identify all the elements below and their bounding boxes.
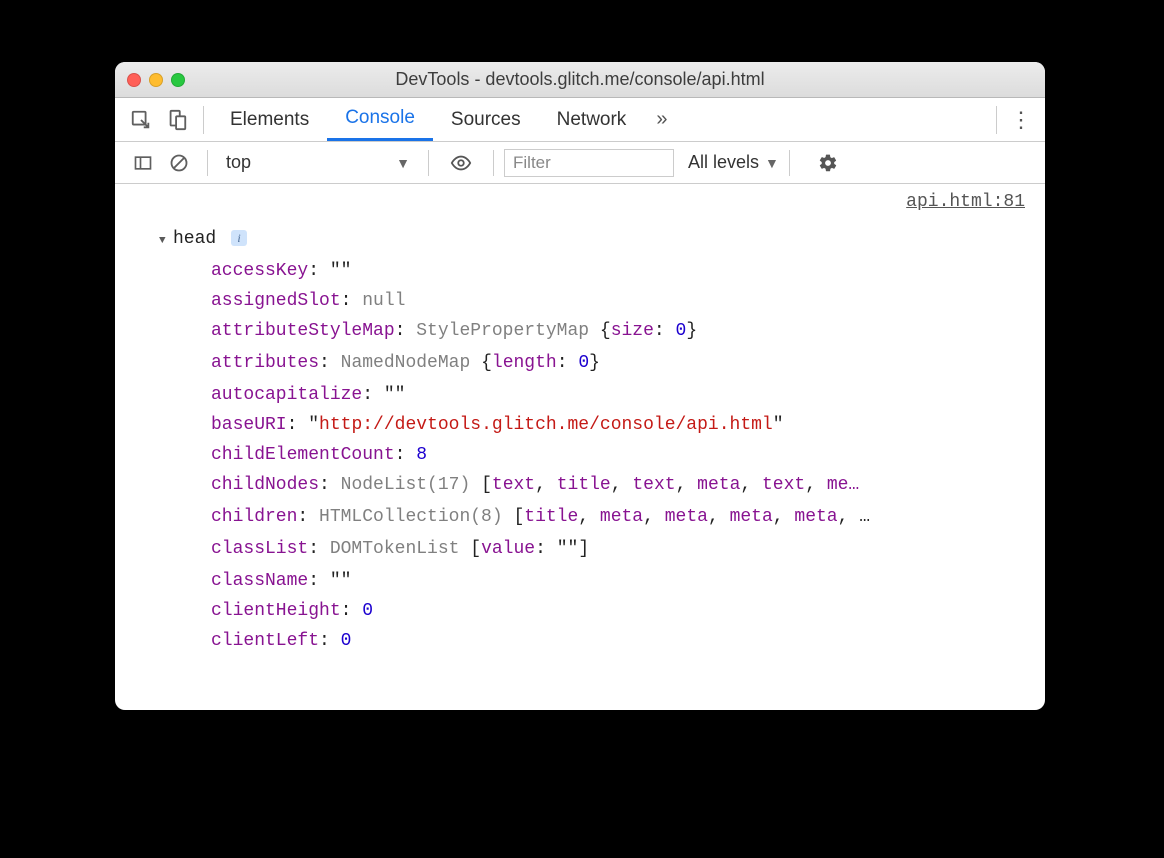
disclosure-triangle-icon[interactable] (197, 502, 209, 534)
tab-elements[interactable]: Elements (212, 98, 327, 141)
property-row[interactable]: attributeStyleMap: StylePropertyMap {siz… (197, 316, 1045, 348)
property-key: accessKey (211, 261, 308, 281)
divider (789, 150, 790, 176)
disclosure-triangle-icon[interactable] (197, 470, 209, 502)
divider (428, 150, 429, 176)
property-row[interactable]: childElementCount: 8 (197, 440, 1045, 470)
property-row[interactable]: children: HTMLCollection(8) [title, meta… (197, 502, 1045, 534)
property-row[interactable]: clientLeft: 0 (197, 626, 1045, 656)
property-row[interactable]: classList: DOMTokenList [value: ""] (197, 534, 1045, 566)
property-row[interactable]: clientHeight: 0 (197, 596, 1045, 626)
clear-console-icon[interactable] (165, 149, 193, 177)
minimize-window-button[interactable] (149, 73, 163, 87)
property-row[interactable]: autocapitalize: "" (197, 380, 1045, 410)
property-key: assignedSlot (211, 291, 341, 311)
source-link[interactable]: api.html:81 (906, 192, 1025, 212)
console-filter-input[interactable] (504, 149, 674, 177)
zoom-window-button[interactable] (171, 73, 185, 87)
console-toolbar: top ▼ All levels ▼ (115, 142, 1045, 184)
property-row[interactable]: className: "" (197, 566, 1045, 596)
property-key: children (211, 507, 297, 527)
devtools-window: DevTools - devtools.glitch.me/console/ap… (115, 62, 1045, 710)
disclosure-triangle-icon[interactable] (197, 534, 209, 566)
property-key: baseURI (211, 415, 287, 435)
tab-console[interactable]: Console (327, 98, 433, 141)
property-row[interactable]: assignedSlot: null (197, 286, 1045, 316)
live-expression-icon[interactable] (447, 149, 475, 177)
toggle-console-sidebar-icon[interactable] (129, 149, 157, 177)
close-window-button[interactable] (127, 73, 141, 87)
property-key: childNodes (211, 475, 319, 495)
object-name: head (173, 229, 216, 249)
disclosure-triangle-icon[interactable] (197, 316, 209, 348)
tab-sources[interactable]: Sources (433, 98, 539, 141)
log-level-select[interactable]: All levels ▼ (688, 152, 779, 173)
execution-context-select[interactable]: top ▼ (218, 152, 418, 173)
logged-object: head i accessKey: ""assignedSlot: nullat… (115, 224, 1045, 656)
console-settings-icon[interactable] (814, 149, 842, 177)
tabs-container: ElementsConsoleSourcesNetwork (212, 98, 644, 141)
info-icon[interactable]: i (231, 230, 247, 246)
property-key: className (211, 571, 308, 591)
property-key: attributes (211, 353, 319, 373)
property-key: clientHeight (211, 601, 341, 621)
property-row[interactable]: childNodes: NodeList(17) [text, title, t… (197, 470, 1045, 502)
chevron-down-icon: ▼ (396, 155, 410, 171)
tabs-overflow-button[interactable]: » (644, 108, 679, 131)
chevron-down-icon: ▼ (765, 155, 779, 171)
divider (996, 106, 997, 134)
execution-context-label: top (226, 152, 251, 173)
property-row[interactable]: baseURI: "http://devtools.glitch.me/cons… (197, 410, 1045, 440)
property-key: classList (211, 539, 308, 559)
tab-network[interactable]: Network (539, 98, 645, 141)
divider (493, 150, 494, 176)
property-row[interactable]: attributes: NamedNodeMap {length: 0} (197, 348, 1045, 380)
property-key: autocapitalize (211, 385, 362, 405)
divider (203, 106, 204, 134)
traffic-lights (127, 73, 185, 87)
divider (207, 150, 208, 176)
console-output: api.html:81 head i accessKey: ""assigned… (115, 184, 1045, 710)
property-key: clientLeft (211, 631, 319, 651)
disclosure-triangle-icon[interactable] (197, 348, 209, 380)
property-key: attributeStyleMap (211, 321, 395, 341)
devtools-menu-button[interactable]: ⋮ (1005, 104, 1037, 136)
device-toolbar-icon[interactable] (163, 106, 191, 134)
devtools-tabbar: ElementsConsoleSourcesNetwork » ⋮ (115, 98, 1045, 142)
window-title: DevTools - devtools.glitch.me/console/ap… (115, 69, 1045, 90)
log-level-label: All levels (688, 152, 759, 173)
titlebar: DevTools - devtools.glitch.me/console/ap… (115, 62, 1045, 98)
property-row[interactable]: accessKey: "" (197, 256, 1045, 286)
disclosure-triangle-icon[interactable] (159, 224, 171, 256)
property-key: childElementCount (211, 445, 395, 465)
inspect-element-icon[interactable] (127, 106, 155, 134)
object-properties: accessKey: ""assignedSlot: nullattribute… (159, 256, 1045, 656)
object-header[interactable]: head i (159, 224, 1045, 256)
